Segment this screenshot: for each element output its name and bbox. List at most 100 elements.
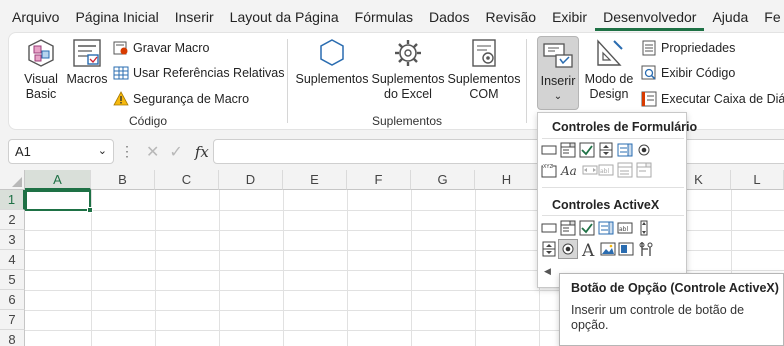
fill-handle[interactable] <box>87 207 93 213</box>
row-header[interactable]: 5 <box>0 270 25 290</box>
cancel-icon[interactable]: ✕ <box>146 142 159 162</box>
tab-revisao[interactable]: Revisão <box>477 2 544 30</box>
column-header[interactable]: C <box>155 170 219 190</box>
gravar-macro-label: Gravar Macro <box>133 41 210 55</box>
activex-more-controls-icon[interactable] <box>638 241 654 257</box>
tab-formulas[interactable]: Fórmulas <box>347 2 421 30</box>
referencias-relativas-button[interactable]: Usar Referências Relativas <box>113 62 284 84</box>
ribbon-separator <box>526 39 527 123</box>
form-combo-list-icon[interactable] <box>617 162 633 178</box>
ribbon-tab-bar: Arquivo Página Inicial Inserir Layout da… <box>0 0 784 32</box>
activex-scrollbar-icon[interactable] <box>636 220 652 236</box>
column-header[interactable]: D <box>219 170 283 190</box>
record-macro-icon <box>113 41 128 55</box>
activex-label-icon[interactable]: A <box>581 240 597 258</box>
form-group-box-icon[interactable]: XYZ <box>541 162 557 178</box>
row-header[interactable]: 2 <box>0 210 25 230</box>
activex-spin-button-icon[interactable] <box>541 241 557 257</box>
panel-separator <box>542 215 684 216</box>
chevron-down-icon[interactable]: ⌄ <box>98 140 107 163</box>
column-header[interactable]: F <box>347 170 411 190</box>
group-label-suplementos: Suplementos <box>371 114 443 128</box>
form-label-icon[interactable]: Aa <box>560 162 580 178</box>
executar-caixa-dialogo-button[interactable]: Executar Caixa de Diálogo <box>641 88 784 110</box>
active-cell[interactable] <box>25 190 93 213</box>
visual-basic-icon <box>28 39 54 67</box>
form-checkbox-icon[interactable] <box>579 142 595 158</box>
tab-ajuda[interactable]: Ajuda <box>704 2 756 30</box>
suplementos-com-label-1: Suplementos <box>447 72 521 86</box>
suplementos-excel-label-2: do Excel <box>384 87 432 101</box>
propriedades-label: Propriedades <box>661 41 736 55</box>
grid-line <box>347 190 348 346</box>
chevron-down-icon: ⌄ <box>553 91 563 102</box>
name-box-value: A1 <box>15 144 31 159</box>
row-header[interactable]: 4 <box>0 250 25 270</box>
column-header[interactable]: L <box>731 170 784 190</box>
row-header[interactable]: 8 <box>0 330 25 346</box>
fx-icon[interactable]: fx <box>195 143 209 161</box>
visual-basic-button[interactable]: Visual Basic <box>19 37 63 102</box>
panel-separator <box>542 138 684 139</box>
tab-layout-da-pagina[interactable]: Layout da Página <box>222 2 347 30</box>
column-header[interactable]: A <box>25 170 91 190</box>
name-box[interactable]: A1 ⌄ <box>8 139 114 164</box>
activex-toggle-button-icon[interactable] <box>618 241 634 257</box>
suplementos-com-button[interactable]: Suplementos COM <box>447 37 521 102</box>
activex-listbox-icon[interactable] <box>598 220 614 236</box>
form-option-button-icon[interactable] <box>636 142 652 158</box>
row-header[interactable]: 1 <box>0 190 25 210</box>
column-header[interactable]: E <box>283 170 347 190</box>
row-header[interactable]: 6 <box>0 290 25 310</box>
row-header[interactable]: 7 <box>0 310 25 330</box>
tooltip-body: Inserir um controle de botão de opção. <box>571 303 745 332</box>
seguranca-macro-button[interactable]: Segurança de Macro <box>113 88 249 110</box>
activex-option-button-highlight[interactable] <box>558 239 578 259</box>
activex-combobox-icon[interactable] <box>560 220 576 236</box>
activex-textbox-icon[interactable]: abl <box>617 220 633 236</box>
modo-design-button[interactable]: Modo de Design <box>581 37 637 102</box>
form-button-icon[interactable] <box>541 142 557 158</box>
exibir-codigo-button[interactable]: Exibir Código <box>641 62 735 84</box>
gravar-macro-button[interactable]: Gravar Macro <box>113 37 209 59</box>
more-options-icon[interactable]: ⋮ <box>120 143 134 160</box>
scroll-left-icon[interactable]: ◀ <box>544 266 551 277</box>
macros-button[interactable]: Macros <box>65 37 109 87</box>
suplementos-excel-button[interactable]: Suplementos do Excel <box>371 37 445 102</box>
run-dialog-icon <box>641 91 657 107</box>
inserir-controle-button[interactable]: Inserir ⌄ <box>537 36 579 110</box>
suplementos-button[interactable]: Suplementos <box>295 37 369 87</box>
enter-icon[interactable]: ✓ <box>169 142 182 162</box>
tab-desenvolvedor[interactable]: Desenvolvedor <box>595 1 705 31</box>
tab-arquivo[interactable]: Arquivo <box>4 2 67 30</box>
form-textfield-icon[interactable]: abl <box>598 162 614 178</box>
executar-caixa-dialogo-label: Executar Caixa de Diálogo <box>661 92 784 106</box>
tab-ferramentas[interactable]: Fe <box>756 2 784 30</box>
exibir-codigo-label: Exibir Código <box>661 66 736 80</box>
tab-dados[interactable]: Dados <box>421 2 477 30</box>
tab-exibir[interactable]: Exibir <box>544 2 595 30</box>
row-header[interactable]: 3 <box>0 230 25 250</box>
select-all-corner[interactable] <box>0 170 25 190</box>
insert-controls-icon <box>543 43 573 68</box>
group-label-codigo: Código <box>128 114 168 128</box>
activex-image-icon[interactable] <box>600 241 616 257</box>
visual-basic-label-2: Basic <box>25 87 57 101</box>
column-header[interactable]: H <box>475 170 539 190</box>
form-listbox-icon[interactable] <box>617 142 633 158</box>
form-scrollbar-icon[interactable] <box>582 162 598 178</box>
form-controls-title: Controles de Formulário <box>552 120 698 134</box>
panel-separator <box>542 187 684 188</box>
ribbon-separator <box>287 39 288 123</box>
formula-input[interactable] <box>213 139 784 164</box>
column-header[interactable]: G <box>411 170 475 190</box>
column-header[interactable]: B <box>91 170 155 190</box>
form-combobox-icon[interactable] <box>560 142 576 158</box>
propriedades-button[interactable]: Propriedades <box>641 37 735 59</box>
activex-button-icon[interactable] <box>541 220 557 236</box>
form-spin-button-icon[interactable] <box>598 142 614 158</box>
activex-checkbox-icon[interactable] <box>579 220 595 236</box>
tab-pagina-inicial[interactable]: Página Inicial <box>67 2 166 30</box>
tab-inserir[interactable]: Inserir <box>167 2 222 30</box>
form-combo-dropdown-icon[interactable] <box>636 162 652 178</box>
